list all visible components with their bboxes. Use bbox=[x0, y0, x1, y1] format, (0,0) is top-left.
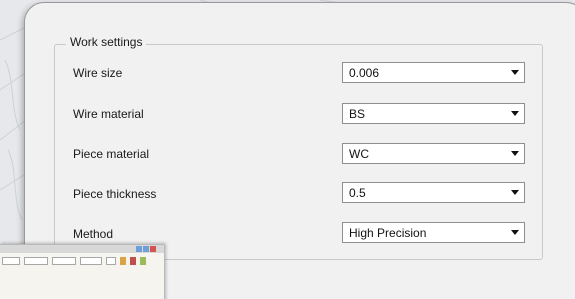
minimize-icon[interactable] bbox=[136, 246, 142, 252]
piece-material-value: WC bbox=[349, 147, 369, 161]
wire-material-value: BS bbox=[349, 107, 366, 121]
wire-material-label: Wire material bbox=[73, 107, 144, 121]
toolbar-icon[interactable] bbox=[140, 257, 146, 265]
thumbnail-window bbox=[0, 244, 165, 299]
chevron-down-icon[interactable] bbox=[511, 111, 519, 116]
thumbnail-titlebar bbox=[0, 245, 164, 253]
piece-thickness-value: 0.5 bbox=[349, 186, 366, 200]
maximize-icon[interactable] bbox=[143, 246, 149, 252]
piece-thickness-label: Piece thickness bbox=[73, 187, 157, 201]
wire-size-label: Wire size bbox=[73, 66, 123, 80]
method-label: Method bbox=[73, 227, 114, 241]
chevron-down-icon[interactable] bbox=[511, 151, 519, 156]
toolbar-icon[interactable] bbox=[130, 257, 136, 265]
toolbar-field[interactable] bbox=[24, 257, 48, 265]
toolbar-field[interactable] bbox=[106, 257, 116, 265]
chevron-down-icon[interactable] bbox=[511, 230, 519, 235]
piece-thickness-select[interactable]: 0.5 bbox=[342, 182, 525, 203]
method-select[interactable]: High Precision bbox=[342, 222, 525, 243]
close-icon[interactable] bbox=[150, 246, 156, 252]
toolbar-field[interactable] bbox=[80, 257, 102, 265]
thumbnail-toolbar bbox=[0, 256, 160, 266]
wire-size-select[interactable]: 0.006 bbox=[342, 62, 525, 83]
piece-material-select[interactable]: WC bbox=[342, 143, 525, 164]
wire-material-select[interactable]: BS bbox=[342, 103, 525, 124]
method-value: High Precision bbox=[349, 226, 427, 240]
piece-material-label: Piece material bbox=[73, 147, 150, 161]
chevron-down-icon[interactable] bbox=[511, 190, 519, 195]
toolbar-field[interactable] bbox=[2, 257, 20, 265]
toolbar-icon[interactable] bbox=[120, 257, 126, 265]
group-title: Work settings bbox=[66, 35, 147, 49]
chevron-down-icon[interactable] bbox=[511, 70, 519, 75]
toolbar-field[interactable] bbox=[52, 257, 76, 265]
wire-size-value: 0.006 bbox=[349, 66, 380, 80]
